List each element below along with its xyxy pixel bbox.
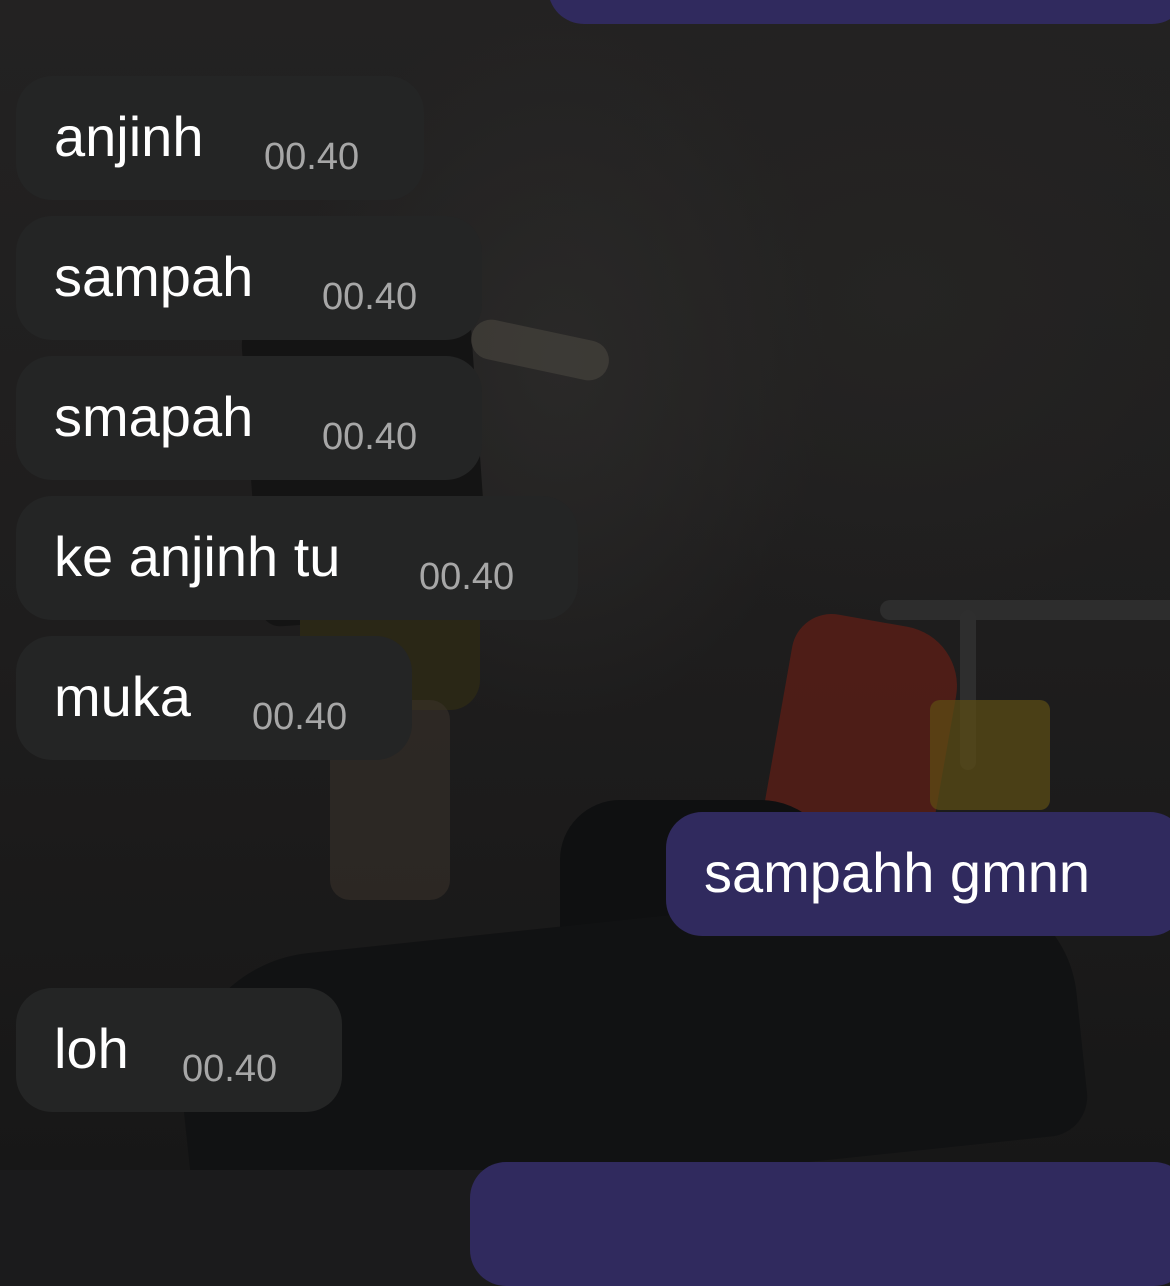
incoming-message-bubble[interactable]: ke anjinh tu 00.40 — [16, 496, 578, 620]
message-text: loh — [54, 1017, 129, 1080]
message-text: muka — [54, 665, 191, 728]
outgoing-message-bubble-partial-bottom[interactable] — [470, 1162, 1170, 1286]
message-text: sampahh gmnn — [704, 841, 1091, 904]
incoming-message-bubble[interactable]: anjinh 00.40 — [16, 76, 424, 200]
incoming-message-bubble[interactable]: loh 00.40 — [16, 988, 342, 1112]
message-text: anjinh — [54, 105, 204, 168]
message-time: 00.40 — [419, 556, 515, 598]
wallpaper-arm — [467, 315, 613, 385]
message-time: 00.40 — [252, 696, 348, 738]
incoming-message-bubble[interactable]: sampah 00.40 — [16, 216, 482, 340]
wallpaper-rail — [880, 600, 1170, 620]
incoming-message-bubble[interactable]: smapah 00.40 — [16, 356, 482, 480]
incoming-message-bubble[interactable]: muka 00.40 — [16, 636, 412, 760]
wallpaper-yellow-object — [930, 700, 1050, 810]
message-time: 00.40 — [182, 1048, 278, 1090]
outgoing-message-bubble-partial-top[interactable] — [548, 0, 1170, 24]
message-time: 00.40 — [264, 136, 360, 178]
message-time: 00.40 — [322, 416, 418, 458]
message-time: 00.40 — [322, 276, 418, 318]
message-text: sampah — [54, 245, 254, 308]
message-text: ke anjinh tu — [54, 525, 341, 588]
message-text: smapah — [54, 385, 254, 448]
outgoing-message-bubble[interactable]: sampahh gmnn — [666, 812, 1170, 936]
